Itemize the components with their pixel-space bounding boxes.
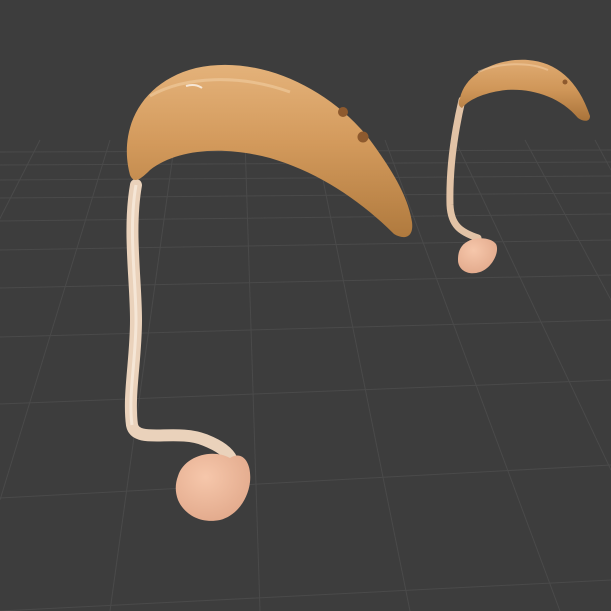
hearing-aid-foreground-shell — [126, 64, 413, 238]
program-button-icon — [357, 131, 369, 143]
3d-viewport[interactable] — [0, 0, 611, 611]
grid-floor — [0, 139, 611, 611]
hearing-aid-foreground-tube — [124, 179, 238, 466]
hearing-aid-background-earpiece — [458, 238, 498, 274]
volume-button-icon — [338, 107, 348, 117]
hearing-aid-background-tube — [446, 96, 482, 242]
hearing-aid-foreground-earpiece — [175, 453, 251, 521]
viewport-canvas[interactable] — [0, 0, 611, 611]
hearing-aid-foreground[interactable] — [124, 64, 413, 521]
hearing-aid-background-shell — [458, 59, 590, 121]
